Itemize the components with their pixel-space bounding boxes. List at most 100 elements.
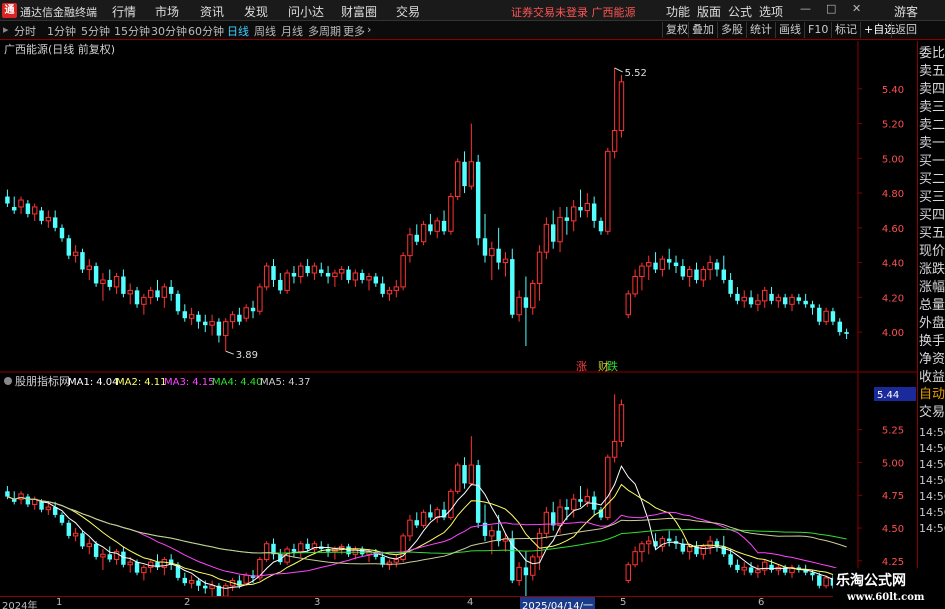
period-tab-multi[interactable]: 多周期 (308, 23, 341, 39)
period-tab-more[interactable]: 更多 (343, 23, 365, 39)
candle-body (796, 297, 802, 301)
ind-candle-body (680, 543, 686, 552)
menu-formula[interactable]: 公式 (728, 3, 752, 20)
minimize-icon[interactable]: — (800, 2, 811, 15)
ind-candle-body (523, 567, 529, 576)
f10-button[interactable]: F10 (804, 22, 831, 38)
quote-panel: 委比 卖五 卖四 卖三 卖二 卖一 买一 买二 买三 买四 买五 现价 涨跌 涨… (917, 41, 945, 609)
candle-body (618, 81, 625, 132)
quote-ask4: 卖四 (919, 82, 945, 97)
menu-trade[interactable]: 交易 (396, 3, 420, 20)
overlay-button[interactable]: 叠加 (688, 22, 717, 38)
candle-body (735, 293, 740, 301)
candle-body (373, 276, 379, 284)
quote-ask2: 卖二 (919, 118, 945, 133)
menu-layout[interactable]: 版面 (697, 3, 721, 20)
ma-label-value: 4.37 (288, 377, 310, 388)
candle-body (817, 307, 822, 322)
candle-body (434, 220, 440, 232)
period-tab-1min[interactable]: 1分钟 (47, 23, 76, 39)
ind-candle-body (666, 538, 672, 542)
candle-body (639, 265, 645, 277)
menu-discover[interactable]: 发现 (244, 3, 268, 20)
event-label[interactable]: 跌 (607, 359, 618, 373)
candle-body (257, 286, 263, 312)
multi-stock-button[interactable]: 多股 (717, 22, 746, 38)
period-tab-15min[interactable]: 15分钟 (114, 23, 150, 39)
ind-y-tick-label: 5.25 (882, 426, 904, 437)
ind-candle-body (769, 564, 774, 571)
candle-body (700, 269, 707, 281)
draw-line-button[interactable]: 画线 (775, 22, 804, 38)
ind-y-tick-label: 5.00 (882, 458, 904, 469)
maximize-icon[interactable]: □ (826, 2, 836, 15)
ind-candle-body (203, 585, 208, 589)
ind-candle-body (263, 543, 270, 561)
candle-body (551, 224, 556, 242)
ind-candle-body (359, 549, 365, 555)
date-tick: 4 (467, 597, 474, 608)
y-tick-label: 4.60 (882, 224, 904, 235)
back-button[interactable]: 返回 (891, 22, 920, 38)
ind-candle-body (223, 585, 229, 596)
menu-news[interactable]: 资讯 (200, 3, 224, 20)
candle-body (216, 321, 222, 336)
ind-candle-body (39, 501, 44, 510)
period-tab-daily[interactable]: 日线 (227, 23, 249, 39)
menu-wealth[interactable]: 财富圈 (341, 3, 377, 20)
adjust-button[interactable]: 复权 (662, 22, 691, 38)
menu-exchange[interactable]: 市场 (155, 3, 179, 20)
ind-candle-body (639, 543, 645, 553)
candle-body (584, 203, 591, 211)
candle-body (298, 265, 304, 277)
statistics-button[interactable]: 统计 (746, 22, 775, 38)
ind-candle-body (551, 512, 556, 526)
quote-ask3: 卖三 (919, 100, 945, 115)
menu-function[interactable]: 功能 (666, 3, 690, 20)
menu-market[interactable]: 行情 (112, 3, 136, 20)
ind-candle-body (141, 566, 147, 574)
close-icon[interactable]: ✕ (852, 2, 861, 15)
ma-label-name: MA2: (116, 377, 141, 388)
kline-chart[interactable]: 广西能源(日线 前复权) 5.40 5.20 5.00 4.80 4.60 4.40 4.2… (0, 41, 917, 596)
candle-body (605, 150, 611, 232)
ind-candle-body (121, 551, 126, 565)
candle-body (366, 275, 372, 281)
ind-candle-body (100, 553, 106, 558)
menu-options[interactable]: 选项 (759, 3, 783, 20)
candle-body (278, 279, 283, 291)
mark-button[interactable]: 标记 (831, 22, 860, 38)
period-tab-30min[interactable]: 30分钟 (151, 23, 187, 39)
auto-toggle[interactable]: 自动 (919, 386, 945, 404)
trade-tab[interactable]: 交易 (919, 404, 945, 422)
user-label[interactable]: 游客 (894, 3, 918, 20)
ind-candle-body (66, 522, 72, 536)
date-tick: 5 (620, 597, 627, 608)
candle-body (653, 262, 658, 270)
ind-candle-body (428, 512, 433, 518)
candle-body (523, 297, 529, 308)
menu-ask[interactable]: 问小达 (288, 3, 324, 20)
ind-candle-body (721, 546, 726, 555)
low-marker (225, 350, 234, 355)
candle-body (489, 248, 495, 257)
candle-body (741, 296, 747, 302)
candle-body (707, 262, 713, 271)
period-tab-5min[interactable]: 5分钟 (81, 23, 110, 39)
period-tab-monthly[interactable]: 月线 (281, 23, 303, 39)
more-chevron-icon[interactable]: › (367, 23, 371, 36)
event-label[interactable]: 涨 (576, 360, 587, 373)
ma-label-name: MA5: (260, 377, 285, 388)
watermark-url: www.60lt.com (847, 592, 925, 603)
period-tab-intraday[interactable]: 分时 (14, 23, 36, 39)
ind-candle-body (188, 580, 195, 584)
indicator-settings-icon[interactable] (4, 377, 12, 385)
candle-body (352, 272, 359, 281)
toolbar-menu-icon[interactable]: ▸ (3, 23, 9, 36)
period-tab-60min[interactable]: 60分钟 (188, 23, 224, 39)
period-tab-weekly[interactable]: 周线 (254, 23, 276, 39)
ind-candle-body (605, 456, 611, 519)
candle-body (203, 321, 208, 326)
candle-body (5, 196, 10, 204)
ind-candle-body (420, 511, 427, 526)
